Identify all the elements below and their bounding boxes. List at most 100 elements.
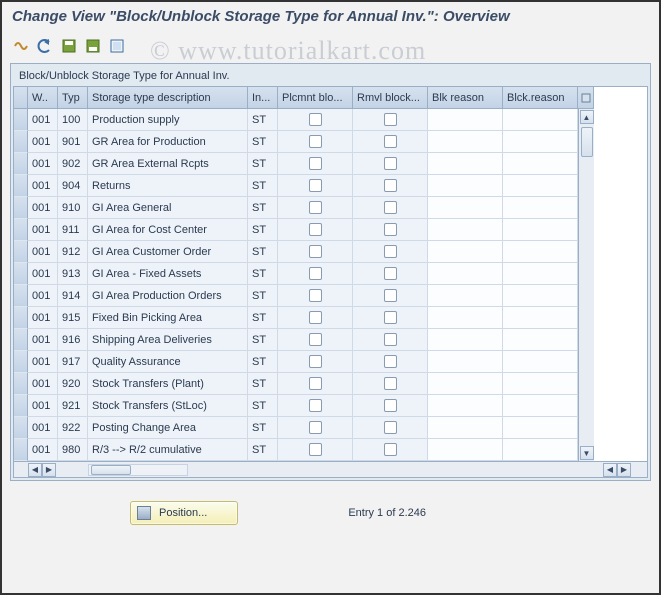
cell-blck[interactable] (503, 175, 578, 197)
row-selector[interactable] (14, 219, 28, 241)
cell-blck[interactable] (503, 307, 578, 329)
cell-w[interactable]: 001 (28, 197, 58, 219)
checkbox[interactable] (384, 179, 397, 192)
checkbox[interactable] (309, 289, 322, 302)
cell-blk[interactable] (428, 329, 503, 351)
cell-w[interactable]: 001 (28, 373, 58, 395)
cell-plcmnt[interactable] (278, 351, 353, 373)
cell-w[interactable]: 001 (28, 175, 58, 197)
cell-typ[interactable]: 913 (58, 263, 88, 285)
cell-typ[interactable]: 915 (58, 307, 88, 329)
cell-typ[interactable]: 917 (58, 351, 88, 373)
cell-plcmnt[interactable] (278, 153, 353, 175)
cell-in[interactable]: ST (248, 307, 278, 329)
checkbox[interactable] (384, 113, 397, 126)
cell-rmvl[interactable] (353, 329, 428, 351)
cell-desc[interactable]: GR Area External Rcpts (88, 153, 248, 175)
cell-blck[interactable] (503, 219, 578, 241)
row-selector[interactable] (14, 417, 28, 439)
cell-rmvl[interactable] (353, 307, 428, 329)
cell-rmvl[interactable] (353, 219, 428, 241)
cell-blk[interactable] (428, 307, 503, 329)
cell-blck[interactable] (503, 153, 578, 175)
cell-blk[interactable] (428, 351, 503, 373)
cell-blk[interactable] (428, 153, 503, 175)
checkbox[interactable] (384, 399, 397, 412)
checkbox[interactable] (384, 421, 397, 434)
cell-desc[interactable]: GI Area Production Orders (88, 285, 248, 307)
row-selector[interactable] (14, 395, 28, 417)
cell-rmvl[interactable] (353, 439, 428, 461)
cell-plcmnt[interactable] (278, 131, 353, 153)
cell-in[interactable]: ST (248, 263, 278, 285)
checkbox[interactable] (309, 267, 322, 280)
checkbox[interactable] (384, 311, 397, 324)
cell-w[interactable]: 001 (28, 351, 58, 373)
checkbox[interactable] (309, 179, 322, 192)
cell-rmvl[interactable] (353, 373, 428, 395)
cell-typ[interactable]: 902 (58, 153, 88, 175)
row-selector[interactable] (14, 285, 28, 307)
cell-w[interactable]: 001 (28, 417, 58, 439)
col-header-blk[interactable]: Blk reason (428, 87, 503, 109)
col-header-in[interactable]: In... (248, 87, 278, 109)
scroll-left-icon-2[interactable]: ◀ (603, 463, 617, 477)
cell-w[interactable]: 001 (28, 109, 58, 131)
col-header-w[interactable]: W.. (28, 87, 58, 109)
cell-w[interactable]: 001 (28, 439, 58, 461)
cell-rmvl[interactable] (353, 351, 428, 373)
undo-icon[interactable] (36, 37, 54, 55)
checkbox[interactable] (384, 135, 397, 148)
cell-plcmnt[interactable] (278, 285, 353, 307)
cell-rmvl[interactable] (353, 241, 428, 263)
cell-typ[interactable]: 100 (58, 109, 88, 131)
cell-in[interactable]: ST (248, 285, 278, 307)
cell-blk[interactable] (428, 373, 503, 395)
cell-blk[interactable] (428, 109, 503, 131)
checkbox[interactable] (309, 113, 322, 126)
cell-blk[interactable] (428, 175, 503, 197)
checkbox[interactable] (309, 223, 322, 236)
checkbox[interactable] (384, 245, 397, 258)
cell-typ[interactable]: 914 (58, 285, 88, 307)
cell-desc[interactable]: GI Area for Cost Center (88, 219, 248, 241)
cell-desc[interactable]: R/3 --> R/2 cumulative (88, 439, 248, 461)
cell-desc[interactable]: Stock Transfers (StLoc) (88, 395, 248, 417)
col-header-blck[interactable]: Blck.reason (503, 87, 578, 109)
cell-blk[interactable] (428, 417, 503, 439)
cell-in[interactable]: ST (248, 439, 278, 461)
cell-plcmnt[interactable] (278, 219, 353, 241)
cell-typ[interactable]: 901 (58, 131, 88, 153)
cell-blck[interactable] (503, 131, 578, 153)
cell-in[interactable]: ST (248, 417, 278, 439)
cell-plcmnt[interactable] (278, 439, 353, 461)
cell-blk[interactable] (428, 439, 503, 461)
cell-plcmnt[interactable] (278, 241, 353, 263)
cell-rmvl[interactable] (353, 153, 428, 175)
cell-desc[interactable]: GI Area Customer Order (88, 241, 248, 263)
cell-in[interactable]: ST (248, 175, 278, 197)
row-selector[interactable] (14, 263, 28, 285)
checkbox[interactable] (384, 355, 397, 368)
horizontal-scrollbar[interactable]: ◀ ▶ ◀ ▶ (14, 461, 647, 477)
cell-blck[interactable] (503, 197, 578, 219)
cell-in[interactable]: ST (248, 131, 278, 153)
grid-corner[interactable] (14, 87, 28, 109)
checkbox[interactable] (384, 223, 397, 236)
row-selector[interactable] (14, 329, 28, 351)
row-selector[interactable] (14, 241, 28, 263)
cell-desc[interactable]: Returns (88, 175, 248, 197)
checkbox[interactable] (309, 135, 322, 148)
cell-in[interactable]: ST (248, 153, 278, 175)
cell-blk[interactable] (428, 395, 503, 417)
cell-blck[interactable] (503, 439, 578, 461)
cell-blck[interactable] (503, 417, 578, 439)
cell-blck[interactable] (503, 241, 578, 263)
row-selector[interactable] (14, 373, 28, 395)
cell-w[interactable]: 001 (28, 307, 58, 329)
cell-blck[interactable] (503, 263, 578, 285)
checkbox[interactable] (309, 245, 322, 258)
cell-desc[interactable]: Shipping Area Deliveries (88, 329, 248, 351)
cell-blk[interactable] (428, 219, 503, 241)
cell-blck[interactable] (503, 373, 578, 395)
